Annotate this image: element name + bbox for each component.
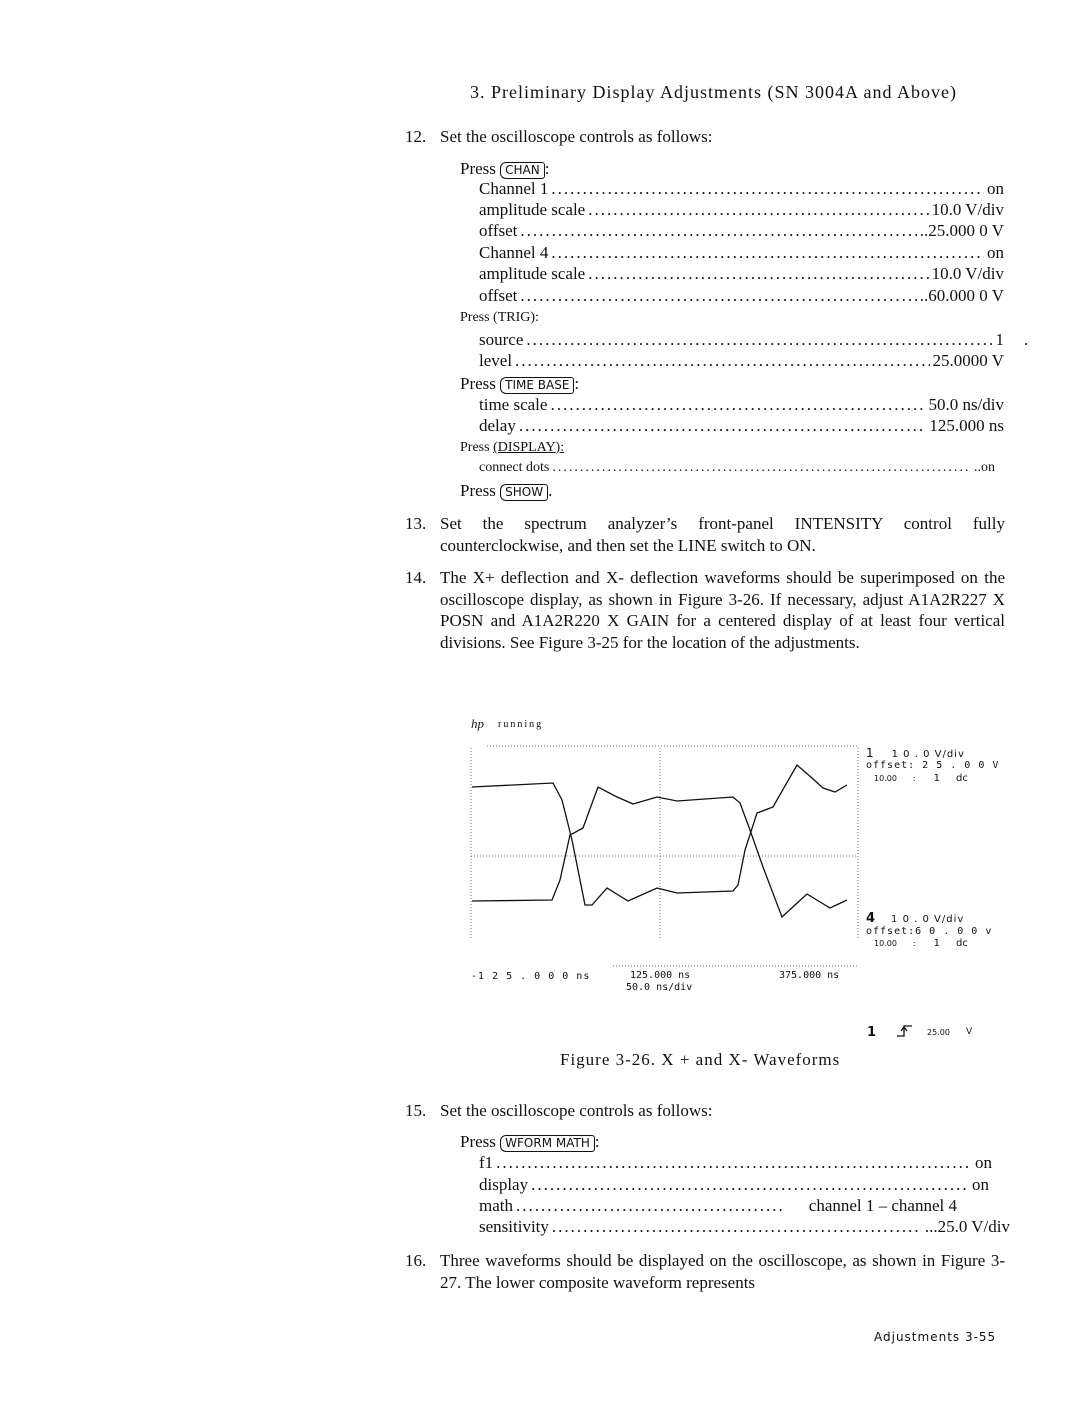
rising-edge-icon <box>897 1025 912 1037</box>
graticule <box>470 745 859 967</box>
setting-row: sensitivity...25.0 V/div <box>479 1217 1010 1237</box>
channel-4-waveform <box>471 786 848 919</box>
press-wform-math: Press WFORM MATH: <box>460 1132 600 1152</box>
setting-row: mathchannel 1 – channel 4 <box>479 1196 957 1216</box>
ch4-readout: 41 0 . 0 V/div <box>866 911 965 926</box>
step-15: 15. Set the oscilloscope controls as fol… <box>405 1101 713 1120</box>
wform-math-key: WFORM MATH <box>500 1135 595 1152</box>
step-16: 16. Three waveforms should be displayed … <box>405 1251 1005 1292</box>
page-footer: Adjustments 3-55 <box>874 1330 997 1344</box>
manual-page: 3. Preliminary Display Adjustments (SN 3… <box>0 0 1080 1409</box>
ch1-readout: 11 0 . 0 V/div <box>866 746 965 760</box>
setting-row: f1on <box>479 1153 992 1173</box>
figure-caption: Figure 3-26. X + and X- Waveforms <box>560 1050 841 1069</box>
setting-row: displayon <box>479 1175 989 1195</box>
